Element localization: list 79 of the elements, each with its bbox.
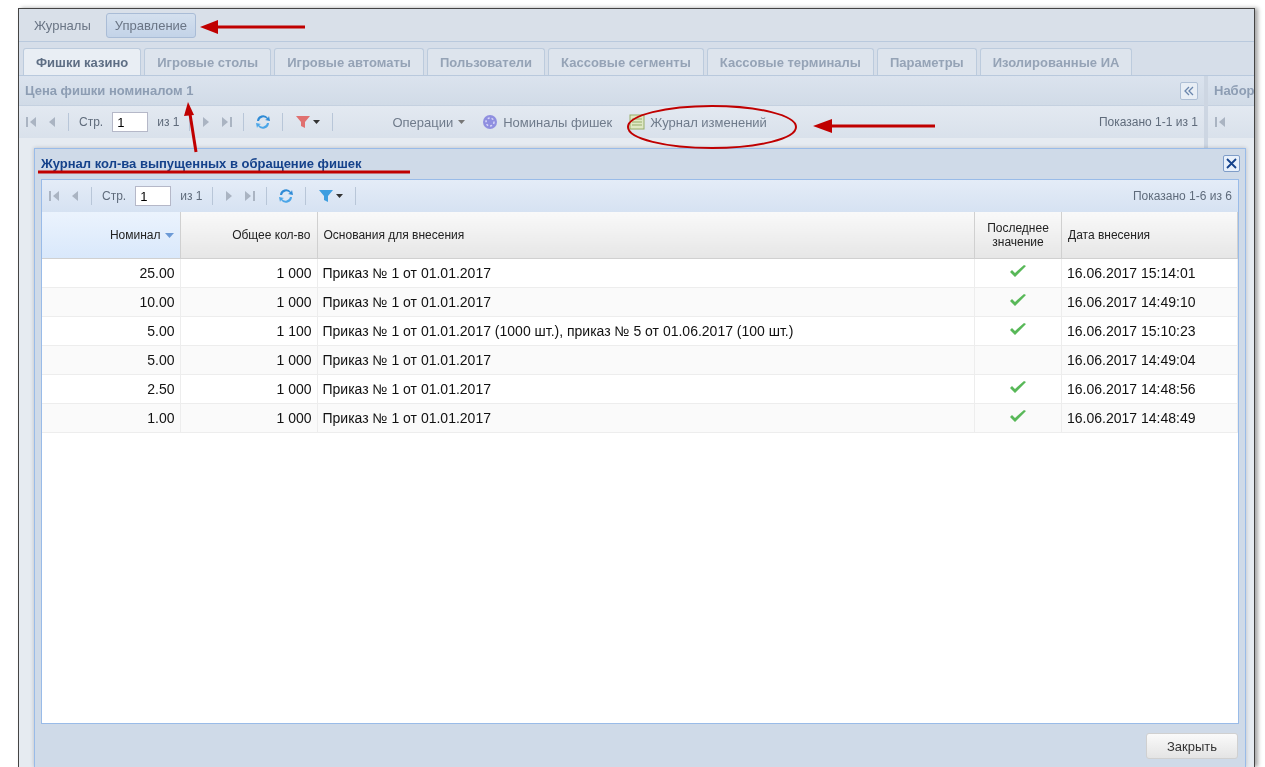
first-page-icon[interactable] — [48, 189, 60, 203]
refresh-icon[interactable] — [254, 113, 273, 131]
table-cell: 16.06.2017 14:49:04 — [1061, 345, 1238, 375]
table-cell: 1 000 — [180, 258, 317, 288]
tab[interactable]: Игровые столы — [144, 48, 272, 75]
collapse-button[interactable] — [1180, 81, 1198, 100]
chip-denominations-button[interactable]: Номиналы фишек — [478, 111, 617, 133]
check-icon — [1009, 293, 1027, 308]
table-cell: 1 000 — [180, 403, 317, 433]
table-cell: 1.00 — [42, 403, 180, 433]
tab[interactable]: Фишки казино — [23, 48, 142, 75]
table-cell: Приказ № 1 от 01.01.2017 (1000 шт.), приказ № 5 от 01.06.2017 (100 шт.) — [317, 316, 975, 346]
display-info: Показано 1-1 из 1 — [1098, 115, 1198, 129]
tab[interactable]: Игровые автоматы — [274, 48, 424, 75]
first-page-icon[interactable] — [25, 115, 37, 129]
tab[interactable]: Кассовые сегменты — [548, 48, 704, 75]
panel-title: Цена фишки номиналом 1 — [25, 83, 194, 98]
funnel-icon — [318, 188, 335, 204]
table-cell: 1 000 — [180, 287, 317, 317]
caret-icon — [458, 119, 466, 125]
menu-item[interactable]: Журналы — [25, 12, 100, 38]
sort-arrow-icon — [164, 233, 174, 239]
table-cell: 16.06.2017 14:48:49 — [1061, 403, 1238, 433]
check-icon — [1009, 409, 1027, 424]
table-cell: 2.50 — [42, 374, 180, 404]
tab[interactable]: Пользователи — [426, 48, 546, 75]
close-button[interactable]: Закрыть — [1146, 733, 1238, 759]
filter-button[interactable] — [293, 114, 323, 130]
table-cell: Приказ № 1 от 01.01.2017 — [317, 345, 975, 375]
table-cell: 25.00 — [42, 258, 180, 288]
display-info: Показано 1-6 из 6 — [1132, 189, 1232, 203]
check-icon — [1009, 380, 1027, 395]
column-header[interactable]: Дата внесения — [1061, 212, 1238, 259]
change-log-button[interactable]: Журнал изменений — [625, 111, 771, 133]
close-icon[interactable] — [1223, 154, 1240, 172]
table-cell: 5.00 — [42, 345, 180, 375]
check-icon — [1009, 264, 1027, 279]
table-cell: Приказ № 1 от 01.01.2017 — [317, 287, 975, 317]
table-cell: 1 000 — [180, 374, 317, 404]
table-cell: 10.00 — [42, 287, 180, 317]
table-cell: Приказ № 1 от 01.01.2017 — [317, 374, 975, 404]
column-header[interactable]: Последнее значение — [974, 212, 1062, 259]
column-header[interactable]: Общее кол-во — [180, 212, 317, 259]
annotation-arrow — [184, 102, 198, 153]
caret-icon — [313, 119, 321, 125]
table-cell: 5.00 — [42, 316, 180, 346]
column-header[interactable]: Номинал — [42, 212, 180, 259]
filter-button[interactable] — [316, 188, 346, 204]
refresh-icon[interactable] — [277, 187, 296, 205]
table-cell: Приказ № 1 от 01.01.2017 — [317, 258, 975, 288]
page-total: из 1 — [157, 115, 180, 129]
tab[interactable]: Параметры — [876, 48, 977, 75]
menu-item[interactable]: Управление — [105, 12, 197, 38]
chip-icon — [482, 114, 499, 130]
table-cell: 1 000 — [180, 345, 317, 375]
table-cell: Приказ № 1 от 01.01.2017 — [317, 403, 975, 433]
page-input[interactable]: 1 — [135, 186, 172, 206]
table-cell: 1 100 — [180, 316, 317, 346]
tab[interactable]: Изолированные ИА — [979, 48, 1133, 75]
side-panel-title: Набор — [1214, 83, 1255, 98]
last-page-icon[interactable] — [221, 115, 234, 129]
caret-icon — [336, 193, 344, 199]
first-page-icon[interactable] — [1214, 115, 1226, 129]
page-label: Стр. — [102, 189, 127, 203]
page-total: из 1 — [180, 189, 203, 203]
page-input[interactable]: 1 — [112, 112, 149, 132]
operations-menu[interactable]: Операции — [388, 111, 470, 133]
page-label: Стр. — [79, 115, 104, 129]
check-icon — [1009, 322, 1027, 337]
funnel-icon — [295, 114, 312, 130]
dialog-title: Журнал кол-ва выпущенных в обращение фишек — [41, 155, 362, 171]
table-cell: 16.06.2017 14:49:10 — [1061, 287, 1238, 317]
table-cell: 16.06.2017 15:14:01 — [1061, 258, 1238, 288]
tab[interactable]: Кассовые терминалы — [706, 48, 874, 75]
last-page-icon[interactable] — [244, 189, 257, 203]
column-header[interactable]: Основания для внесения — [317, 212, 975, 259]
table-cell: 16.06.2017 15:10:23 — [1061, 316, 1238, 346]
double-chevron-icon — [1184, 85, 1194, 96]
table-cell: 16.06.2017 14:48:56 — [1061, 374, 1238, 404]
